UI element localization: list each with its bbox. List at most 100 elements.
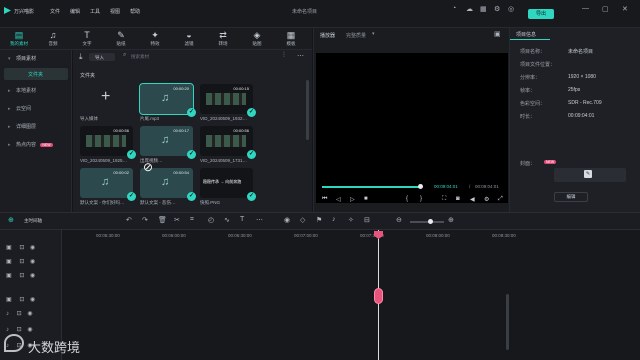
prev-frame-icon[interactable]: ⏮ [322,196,327,203]
audio-icon[interactable]: ∿ [224,216,230,224]
more-icon[interactable]: ⋯ [256,216,263,224]
sidebar-item-layers[interactable]: ▸ 详细图层 [8,123,36,130]
mark-out-icon[interactable]: } [420,196,422,202]
ai-icon[interactable]: ✧ [348,216,354,224]
tab-effects[interactable]: ✦ 特效 [140,30,170,49]
tab-filters[interactable]: ◒ 滤镜 [174,30,204,49]
edit-button[interactable]: 编辑 [554,192,588,202]
media-item[interactable]: ♫ 00:00:17 ✓ [140,126,196,159]
tab-transitions[interactable]: ⇄ 转场 [208,30,238,49]
cover-thumbnail[interactable]: ✎ [554,168,626,182]
mark-in-icon[interactable]: { [406,196,408,202]
visibility-icon[interactable]: ◉ [28,245,35,251]
fit-icon[interactable]: ⊖ [396,216,402,224]
user-icon[interactable]: ◔ [452,5,456,12]
media-item[interactable]: 00:00:56 ✓ [80,126,136,159]
import-media-tile[interactable]: + [80,84,133,114]
import-dropdown[interactable]: 导入 [89,53,115,61]
tab-text[interactable]: T 文字 [72,30,102,49]
visibility-icon[interactable]: ◉ [28,273,35,279]
track-header[interactable]: ▣ ⊡ ◉ [6,258,35,265]
stop-icon[interactable]: ■ [364,196,368,202]
playhead-cursor[interactable] [374,288,383,304]
track-header[interactable]: ▣ ⊡ ◉ [6,272,35,279]
media-scrollbar[interactable] [306,80,309,140]
crop-icon[interactable]: ⌗ [190,216,194,224]
cloud-icon[interactable]: ☁ [466,5,473,13]
add-track-icon[interactable]: ⊕ [8,216,14,224]
marker-icon[interactable]: ⚑ [316,216,322,224]
lock-icon[interactable]: ⊡ [18,245,24,251]
lock-icon[interactable]: ⊡ [15,327,22,333]
lock-icon[interactable]: ⊡ [18,273,24,279]
track-header[interactable]: ▣ ⊡ ◉ [6,244,35,251]
sidebar-item-local[interactable]: ▸ 本地素材 [8,87,36,94]
sidebar-item-hot[interactable]: ▸ 热点内容 NEW [8,141,53,148]
mic-icon[interactable]: ♪ [332,216,336,223]
volume-icon[interactable]: ◀ [470,196,475,203]
media-item[interactable]: 00:00:15 ✓ [200,84,256,117]
step-back-icon[interactable]: ◁ [336,196,341,203]
redo-icon[interactable]: ↷ [142,216,148,224]
search-input[interactable]: 搜索素材 [131,54,149,60]
notification-icon[interactable]: ◎ [508,5,514,13]
menu-item[interactable]: 编辑 [70,8,80,15]
render-icon[interactable]: ◉ [284,216,290,224]
lock-icon[interactable]: ⊡ [18,259,24,265]
snapshot-icon[interactable]: ◙ [456,196,460,202]
import-icon[interactable]: ⤓ [79,52,83,62]
text-icon[interactable]: T [240,216,244,223]
track-header[interactable]: ▣ ⊡ ◉ [6,296,35,303]
menu-item[interactable]: 工具 [90,8,100,15]
fullscreen-icon[interactable]: ⛶ [442,196,446,203]
sidebar-project-media[interactable]: ▾ 项目素材 [8,55,36,62]
chevron-down-icon[interactable]: ▾ [372,31,375,37]
media-item[interactable]: 稳稳传承 → 向前奔跑 ✓ [200,168,256,201]
tab-audio[interactable]: ♫ 音频 [38,30,68,49]
maximize-icon[interactable]: ▢ [602,5,609,13]
menu-item[interactable]: 视图 [110,8,120,15]
zoom-in-icon[interactable]: ⊕ [448,216,454,224]
export-button[interactable]: 导出 [528,9,554,19]
layout-icon[interactable]: ▣ [494,30,501,38]
zoom-slider[interactable] [410,221,444,223]
expand-icon[interactable]: ⤢ [498,196,503,203]
menu-item[interactable]: 帮助 [130,8,140,15]
gear-icon[interactable]: ⚙ [494,5,500,13]
lock-icon[interactable]: ⊡ [18,297,24,303]
tab-quality[interactable]: 完整质量 [346,32,366,39]
play-icon[interactable]: ▷ [350,196,355,203]
filter-icon[interactable]: ⫶ [283,52,285,60]
visibility-icon[interactable]: ◉ [28,259,35,265]
track-header[interactable]: ♪ ⊡ ◉ [6,326,33,333]
undo-icon[interactable]: ↶ [126,216,132,224]
grid-icon[interactable]: ▦ [480,5,487,13]
visibility-icon[interactable]: ◉ [28,297,35,303]
media-item[interactable]: 00:00:56 ✓ [200,126,256,159]
visibility-icon[interactable]: ◉ [26,327,32,333]
settings-icon[interactable]: ⚙ [484,196,489,203]
tab-templates[interactable]: ▦ 模板 [276,30,306,49]
speed-icon[interactable]: ◴ [208,216,214,224]
delete-icon[interactable]: 🗑 [158,216,167,224]
sidebar-folder[interactable]: 文件夹 [4,68,68,80]
mark-icon[interactable]: ◇ [300,216,305,224]
player-playhead[interactable] [418,184,423,189]
media-item[interactable]: ♫ 00:00:20 ✓ [139,83,196,117]
more-icon[interactable]: ⋯ [297,52,304,60]
lock-icon[interactable]: ⊡ [15,311,22,317]
split-icon[interactable]: ✂ [174,216,180,224]
visibility-icon[interactable]: ◉ [26,311,32,317]
zoom-slider-thumb[interactable] [428,219,433,224]
tab-my-media[interactable]: ▤ 我的素材 [4,30,34,49]
tab-overlays[interactable]: ◈ 贴图 [242,30,272,49]
minimize-icon[interactable]: — [582,5,589,12]
timeline-scrollbar[interactable] [506,294,509,350]
menu-item[interactable]: 文件 [50,8,60,15]
close-icon[interactable]: ✕ [622,5,628,13]
tab-player[interactable]: 播放器 [320,32,335,39]
tab-project-info[interactable]: 项目信息 [510,28,550,40]
sidebar-item-cloud[interactable]: ▸ 云空间 [8,105,31,112]
tab-stickers[interactable]: ✎ 贴纸 [106,30,136,49]
snap-icon[interactable]: ⊟ [364,216,370,224]
